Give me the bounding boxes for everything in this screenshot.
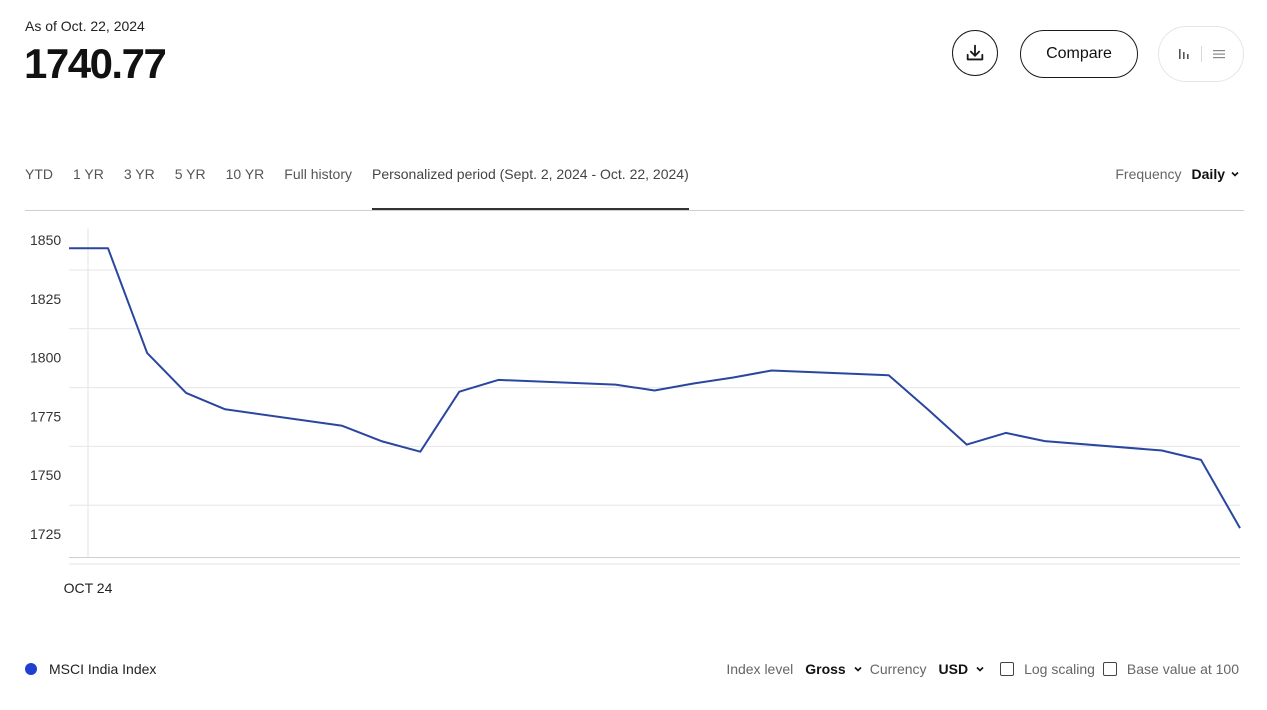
y-tick-label: 1775 — [30, 408, 61, 424]
chevron-down-icon — [854, 666, 862, 672]
y-tick-label: 1800 — [30, 350, 61, 366]
chevron-down-icon — [976, 666, 984, 672]
y-tick-label: 1850 — [30, 232, 61, 248]
log-scaling-label: Log scaling — [1024, 661, 1095, 677]
base-value-checkbox[interactable] — [1102, 662, 1117, 676]
chart-legend: MSCI India Index — [25, 661, 156, 677]
x-tick-label: OCT 24 — [64, 580, 113, 596]
series-line — [69, 247, 1241, 529]
currency-value: USD — [938, 661, 969, 677]
currency-dropdown[interactable]: USD — [927, 661, 993, 677]
legend-series-name: MSCI India Index — [49, 661, 157, 677]
index-level-label: Index level — [726, 661, 794, 677]
y-tick-label: 1825 — [30, 291, 61, 307]
currency-label: Currency — [869, 661, 927, 677]
log-scaling-checkbox[interactable] — [1000, 662, 1015, 676]
chart-controls: Index level Gross Currency USD Log scali… — [726, 661, 1239, 677]
index-level-value: Gross — [805, 661, 846, 677]
index-level-dropdown[interactable]: Gross — [793, 661, 869, 677]
y-tick-label: 1750 — [30, 467, 61, 483]
y-tick-label: 1725 — [30, 526, 61, 542]
legend-dot — [25, 663, 37, 675]
base-value-label: Base value at 100 — [1126, 661, 1239, 677]
line-chart: 1850 1825 1800 1775 1750 1725 OCT 24 — [30, 228, 1241, 596]
